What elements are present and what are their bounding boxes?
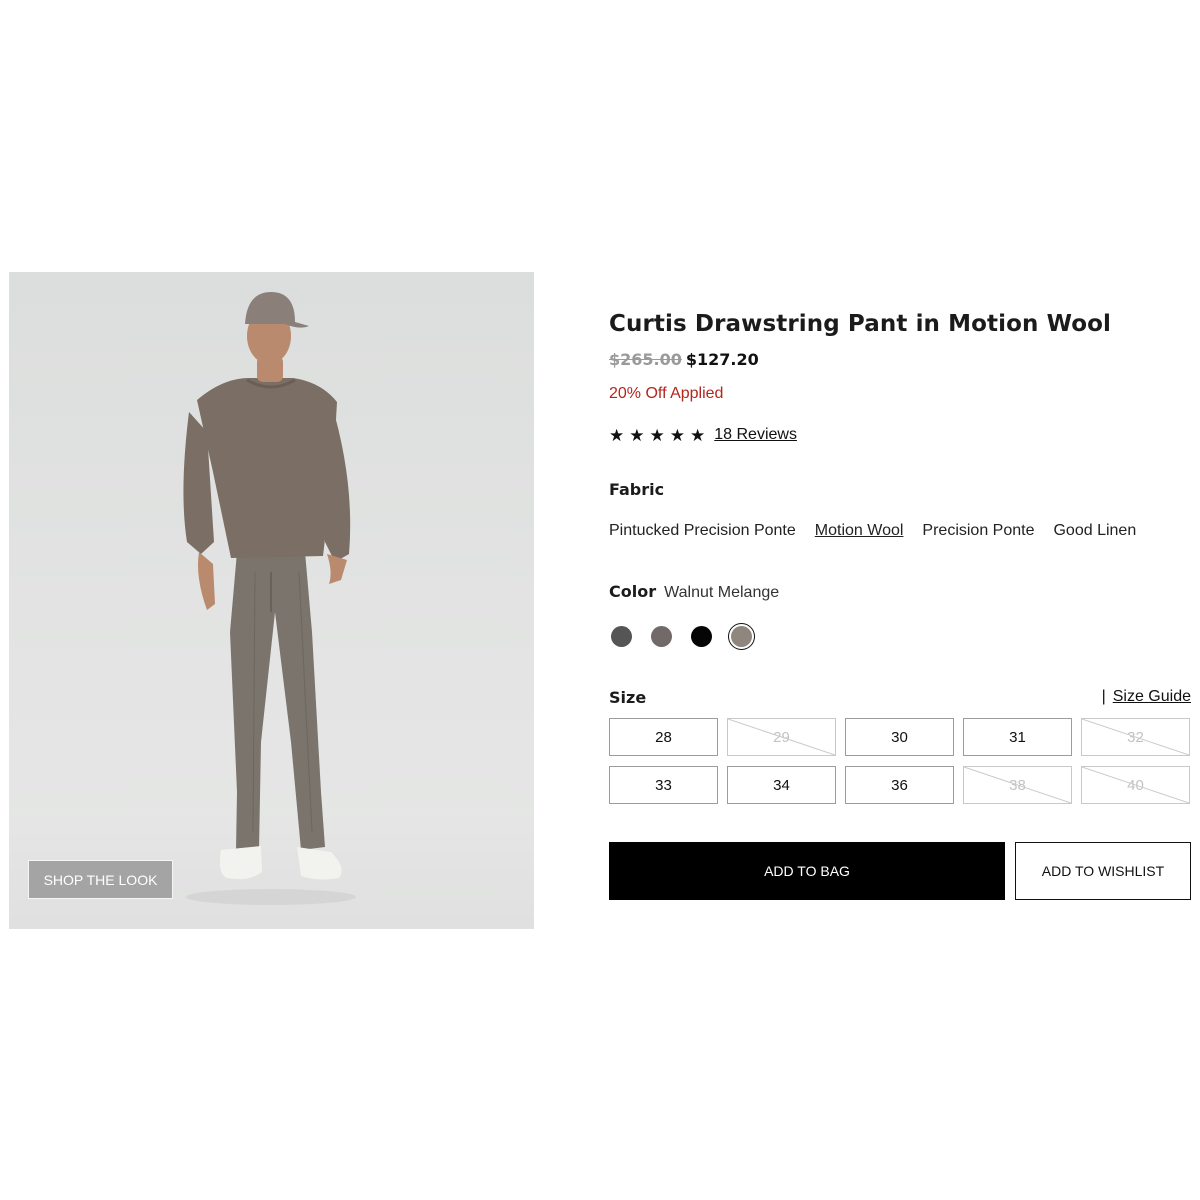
size-guide-link[interactable]: Size Guide [1113, 688, 1191, 706]
product-title: Curtis Drawstring Pant in Motion Wool [609, 311, 1112, 337]
fabric-option[interactable]: Precision Ponte [922, 522, 1034, 542]
star-icon: ★ [690, 425, 706, 445]
product-details: Curtis Drawstring Pant in Motion Wool $2… [609, 300, 1191, 900]
selected-color-name: Walnut Melange [664, 584, 780, 601]
size-option-label: 28 [655, 728, 672, 746]
color-heading: Color Walnut Melange [609, 582, 1191, 604]
taupe-swatch[interactable] [651, 625, 672, 647]
fabric-option[interactable]: Good Linen [1053, 522, 1136, 542]
black-swatch[interactable] [691, 625, 712, 647]
unavailable-slash-icon [964, 767, 1071, 803]
add-to-bag-button[interactable]: ADD TO BAG [609, 842, 1005, 900]
color-swatches [609, 622, 1191, 650]
size-option: 38 [963, 766, 1072, 804]
star-icon: ★ [629, 425, 645, 445]
size-option[interactable]: 30 [845, 718, 954, 756]
size-option[interactable]: 34 [727, 766, 836, 804]
unavailable-slash-icon [1082, 719, 1189, 755]
separator-bar: | [1101, 688, 1106, 705]
product-image[interactable]: SHOP THE LOOK [9, 272, 534, 929]
size-option-label: 36 [891, 776, 908, 794]
walnut-melange-swatch[interactable] [728, 622, 755, 650]
charcoal-swatch[interactable] [611, 625, 632, 647]
fabric-option[interactable]: Pintucked Precision Ponte [609, 522, 796, 542]
size-option: 40 [1081, 766, 1190, 804]
price-row: $265.00 $127.20 [609, 350, 1191, 372]
color-label: Color [609, 582, 657, 601]
shop-the-look-button[interactable]: SHOP THE LOOK [28, 860, 173, 899]
size-option: 29 [727, 718, 836, 756]
original-price: $265.00 [609, 350, 682, 369]
unavailable-slash-icon [728, 719, 835, 755]
size-label: Size [609, 687, 647, 707]
model-figure [183, 292, 356, 905]
size-options: 28 29 30 31 32 33 34 36 3840 [609, 718, 1191, 804]
size-option-label: 34 [773, 776, 790, 794]
rating-row: ★ ★ ★ ★ ★ 18 Reviews [609, 424, 1191, 446]
size-heading: Size | Size Guide [609, 686, 1191, 708]
add-to-wishlist-button[interactable]: ADD TO WISHLIST [1015, 842, 1191, 900]
size-option[interactable]: 36 [845, 766, 954, 804]
size-option: 32 [1081, 718, 1190, 756]
sale-price: $127.20 [685, 350, 759, 369]
rating-stars: ★ ★ ★ ★ ★ [609, 427, 705, 444]
star-icon: ★ [669, 425, 685, 445]
unavailable-slash-icon [1082, 767, 1189, 803]
discount-note: 20% Off Applied [609, 385, 724, 402]
fabric-label: Fabric [609, 480, 665, 499]
size-option-label: 33 [655, 776, 672, 794]
size-option[interactable]: 31 [963, 718, 1072, 756]
size-option[interactable]: 33 [609, 766, 718, 804]
size-guide-wrap: | Size Guide [1102, 688, 1191, 706]
reviews-link[interactable]: 18 Reviews [714, 426, 797, 444]
fabric-option[interactable]: Motion Wool [815, 522, 904, 542]
size-option-label: 30 [891, 728, 908, 746]
fabric-options: Pintucked Precision Ponte Motion Wool Prec… [609, 522, 1191, 542]
star-icon: ★ [649, 425, 665, 445]
star-icon: ★ [609, 425, 625, 445]
action-buttons: ADD TO BAG ADD TO WISHLIST [609, 842, 1191, 900]
size-option-label: 31 [1009, 728, 1026, 746]
size-option[interactable]: 28 [609, 718, 718, 756]
